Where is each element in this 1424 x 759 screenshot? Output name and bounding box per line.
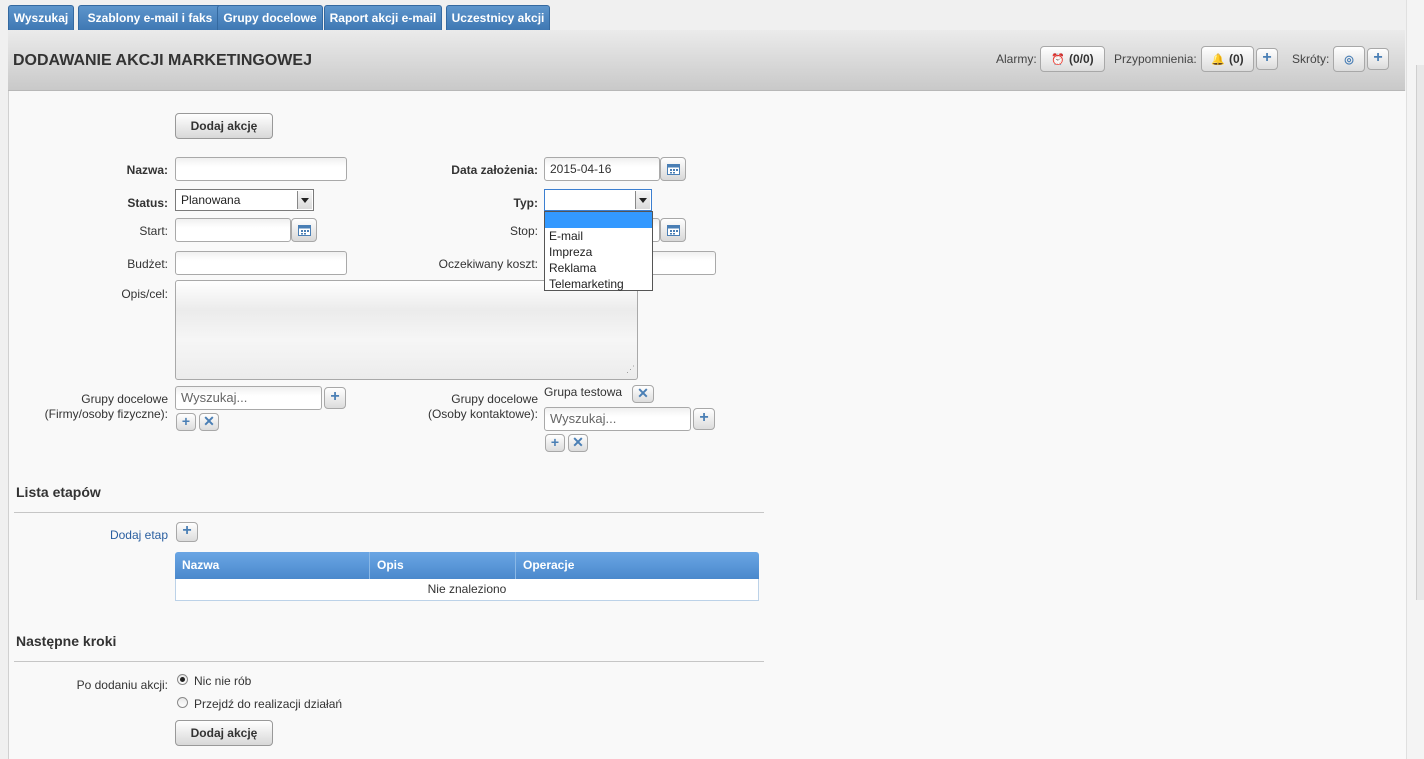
after-add-label: Po dodaniu akcji: (76, 678, 168, 692)
column-header-description[interactable]: Opis (370, 552, 516, 579)
target-contacts-search-input[interactable]: Wyszukaj... (544, 407, 691, 431)
alarms-count: (0/0) (1069, 52, 1094, 66)
bell-icon: 🔔 (1211, 54, 1226, 66)
target-contacts-remove-button[interactable]: ✕ (568, 434, 588, 452)
chevron-down-icon (635, 191, 650, 209)
expected-cost-label: Oczekiwany koszt: (438, 257, 538, 271)
shortcuts-button[interactable]: ◎ (1333, 46, 1365, 72)
budget-label: Budżet: (127, 257, 168, 271)
status-label: Status: (127, 196, 168, 210)
page-header: DODAWANIE AKCJI MARKETINGOWEJ Alarmy: ⏰ (… (8, 30, 1405, 91)
calendar-icon (667, 164, 680, 175)
stages-table-empty-row: Nie znaleziono (175, 579, 759, 601)
start-date-calendar-button[interactable] (291, 218, 317, 242)
radio-go-to-activities-label[interactable]: Przejdź do realizacji działań (194, 697, 342, 711)
remove-selected-group-button[interactable]: ✕ (632, 385, 654, 403)
reminders-button[interactable]: 🔔 (0) (1201, 46, 1254, 72)
stages-section-title: Lista etapów (16, 484, 101, 500)
add-action-button-bottom[interactable]: Dodaj akcję (175, 720, 273, 746)
close-icon: ✕ (203, 413, 215, 429)
status-select-value: Planowana (181, 193, 241, 207)
selected-group-tag: Grupa testowa (544, 385, 623, 399)
type-option-event[interactable]: Impreza (545, 244, 652, 260)
type-option-advertising[interactable]: Reklama (545, 260, 652, 276)
name-label: Nazwa: (126, 163, 168, 177)
tab-email-fax-templates[interactable]: Szablony e-mail i faks (78, 5, 222, 30)
divider (14, 661, 764, 662)
target-companies-search-input[interactable]: Wyszukaj... (175, 386, 322, 410)
stop-date-calendar-button[interactable] (660, 218, 686, 242)
target-companies-remove-button[interactable]: ✕ (199, 413, 219, 431)
resize-handle-icon[interactable]: ⋰ (626, 360, 635, 378)
next-steps-section-title: Następne kroki (16, 633, 117, 649)
add-stage-button[interactable]: + (176, 522, 198, 542)
type-option-telemarketing[interactable]: Telemarketing (545, 276, 652, 292)
budget-input[interactable] (175, 251, 347, 275)
tab-participants[interactable]: Uczestnicy akcji (446, 5, 550, 30)
chevron-down-icon (297, 191, 312, 209)
target-contacts-label: Grupy docelowe (Osoby kontaktowe): (427, 392, 538, 421)
calendar-icon (667, 225, 680, 236)
add-shortcut-button[interactable]: + (1367, 48, 1389, 70)
page-title: DODAWANIE AKCJI MARKETINGOWEJ (13, 52, 312, 69)
target-contacts-add-small-button[interactable]: + (545, 434, 565, 452)
scrollbar-thumb[interactable] (1416, 65, 1424, 600)
type-label: Typ: (513, 196, 538, 210)
calendar-icon (298, 225, 311, 236)
stages-table-header: Nazwa Opis Operacje (175, 552, 759, 579)
type-option-empty[interactable] (545, 212, 652, 228)
tab-email-report[interactable]: Raport akcji e-mail (324, 5, 442, 30)
alarms-button[interactable]: ⏰ (0/0) (1040, 46, 1105, 72)
tab-search[interactable]: Wyszukaj (8, 5, 74, 30)
name-input[interactable] (175, 157, 347, 181)
target-contacts-add-button[interactable]: + (693, 408, 715, 430)
add-action-button-top[interactable]: Dodaj akcję (175, 113, 273, 139)
column-header-name[interactable]: Nazwa (175, 552, 370, 579)
target-companies-add-small-button[interactable]: + (176, 413, 196, 431)
stop-label: Stop: (509, 224, 538, 238)
reminders-count: (0) (1229, 52, 1244, 66)
description-textarea[interactable]: ⋰ (175, 280, 638, 380)
add-reminder-button[interactable]: + (1256, 48, 1278, 70)
created-date-input[interactable]: 2015-04-16 (544, 157, 660, 181)
reminders-label: Przypomnienia: (1114, 52, 1197, 66)
radio-do-nothing-label[interactable]: Nic nie rób (194, 674, 251, 688)
created-date-label: Data założenia: (451, 163, 538, 177)
status-select[interactable]: Planowana (175, 189, 314, 211)
tab-target-groups[interactable]: Grupy docelowe (217, 5, 323, 30)
type-option-email[interactable]: E-mail (545, 228, 652, 244)
alarms-label: Alarmy: (996, 52, 1037, 66)
start-label: Start: (139, 224, 168, 238)
type-select[interactable] (544, 189, 652, 211)
alarm-clock-icon: ⏰ (1051, 54, 1065, 66)
start-date-input[interactable] (175, 218, 291, 242)
add-stage-link[interactable]: Dodaj etap (60, 528, 168, 542)
radio-go-to-activities[interactable] (177, 697, 188, 708)
shortcuts-label: Skróty: (1292, 52, 1330, 66)
stages-table: Nazwa Opis Operacje Nie znaleziono (175, 552, 759, 601)
created-date-calendar-button[interactable] (660, 157, 686, 181)
type-dropdown-list: E-mail Impreza Reklama Telemarketing (544, 211, 653, 291)
target-companies-add-button[interactable]: + (324, 387, 346, 409)
close-icon: ✕ (637, 385, 649, 401)
description-label: Opis/cel: (121, 287, 168, 301)
lifebuoy-icon: ◎ (1344, 54, 1354, 66)
radio-do-nothing[interactable] (177, 674, 188, 685)
target-companies-label: Grupy docelowe (Firmy/osoby fizyczne): (44, 392, 168, 421)
divider (14, 512, 764, 513)
column-header-operations[interactable]: Operacje (516, 552, 759, 579)
close-icon: ✕ (572, 434, 584, 450)
